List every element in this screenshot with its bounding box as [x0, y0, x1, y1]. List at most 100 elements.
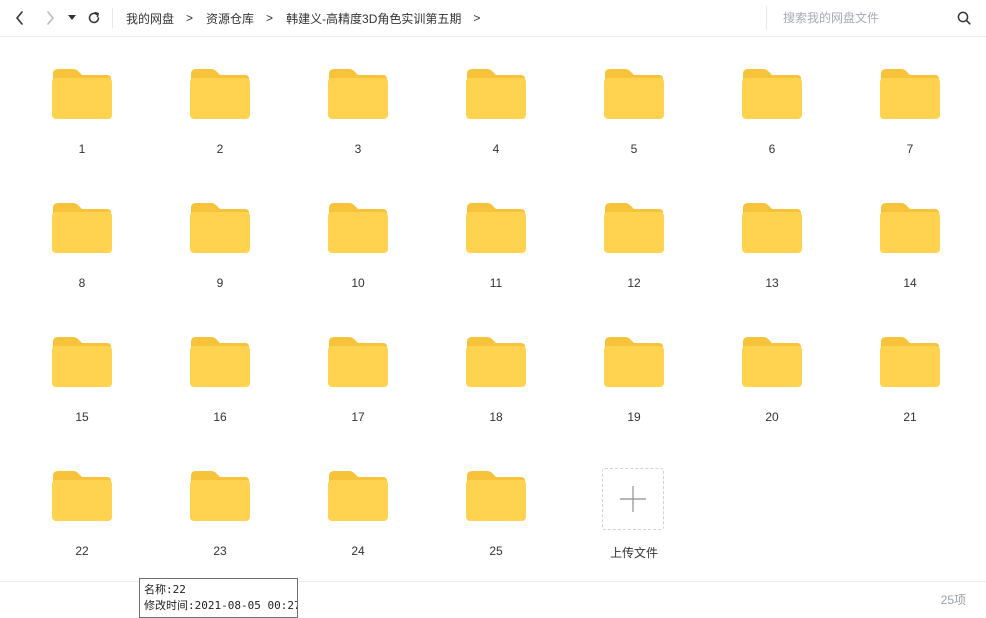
upload-button[interactable]	[602, 468, 664, 530]
folder-item[interactable]: 21	[841, 328, 979, 462]
back-button[interactable]	[8, 6, 32, 30]
folder-icon	[189, 470, 251, 522]
upload-file-tile[interactable]: 上传文件	[565, 462, 703, 596]
folder-item[interactable]: 20	[703, 328, 841, 462]
breadcrumb-separator: >	[473, 11, 481, 25]
folder-item[interactable]: 1	[13, 60, 151, 194]
folder-name: 8	[78, 276, 86, 290]
breadcrumb: 我的网盘 > 资源仓库 > 韩建义-高精度3D角色实训第五期 >	[126, 0, 493, 36]
folder-name: 7	[906, 142, 914, 156]
folder-item[interactable]: 23	[151, 462, 289, 596]
tooltip-name-row: 名称:22	[144, 582, 297, 598]
toolbar: 我的网盘 > 资源仓库 > 韩建义-高精度3D角色实训第五期 >	[0, 0, 986, 37]
folder-icon	[327, 202, 389, 254]
folder-item[interactable]: 24	[289, 462, 427, 596]
folder-name: 14	[903, 276, 917, 290]
breadcrumb-item-resource-repo[interactable]: 资源仓库	[206, 10, 254, 27]
folder-name: 19	[627, 410, 641, 424]
folder-name: 23	[213, 544, 227, 558]
breadcrumb-item-my-drive[interactable]: 我的网盘	[126, 10, 174, 27]
folder-item[interactable]: 7	[841, 60, 979, 194]
folder-item[interactable]: 14	[841, 194, 979, 328]
folder-item[interactable]: 4	[427, 60, 565, 194]
folder-icon	[741, 68, 803, 120]
folder-item[interactable]: 6	[703, 60, 841, 194]
folder-item[interactable]: 11	[427, 194, 565, 328]
folder-icon	[465, 202, 527, 254]
folder-item[interactable]: 19	[565, 328, 703, 462]
folder-icon	[51, 68, 113, 120]
folder-icon	[51, 202, 113, 254]
tooltip-time-label: 修改时间:	[144, 599, 195, 612]
upload-file-label: 上传文件	[609, 546, 658, 560]
refresh-icon	[88, 11, 100, 24]
tooltip-time-row: 修改时间:2021-08-05 00:27	[144, 598, 297, 614]
folder-item[interactable]: 18	[427, 328, 565, 462]
folder-item[interactable]: 3	[289, 60, 427, 194]
refresh-button[interactable]	[82, 6, 106, 30]
folder-item[interactable]: 9	[151, 194, 289, 328]
folder-item[interactable]: 15	[13, 328, 151, 462]
folder-name: 1	[78, 142, 86, 156]
folder-icon	[603, 336, 665, 388]
folder-item[interactable]: 13	[703, 194, 841, 328]
folder-name: 11	[489, 276, 503, 290]
breadcrumb-item-current-folder[interactable]: 韩建义-高精度3D角色实训第五期	[286, 10, 461, 27]
item-count: 25项	[940, 593, 966, 607]
folder-item[interactable]: 5	[565, 60, 703, 194]
folder-icon	[189, 336, 251, 388]
folder-icon	[741, 202, 803, 254]
search-icon	[957, 11, 971, 25]
folder-name: 13	[765, 276, 779, 290]
folder-icon	[741, 336, 803, 388]
folder-grid: 1 2 3 4 5 6 7 8 9 10 11 12 13 14 15 16 17 18 19 20 21 22 23 24 2…	[13, 60, 979, 596]
breadcrumb-separator: >	[266, 11, 274, 25]
search-box	[766, 6, 979, 30]
folder-name: 3	[354, 142, 362, 156]
folder-name: 9	[216, 276, 224, 290]
toolbar-divider	[112, 8, 113, 28]
search-button[interactable]	[955, 9, 973, 27]
folder-icon	[879, 202, 941, 254]
folder-icon	[465, 470, 527, 522]
folder-name: 25	[489, 544, 503, 558]
folder-name: 24	[351, 544, 365, 558]
folder-icon	[879, 68, 941, 120]
folder-item[interactable]: 2	[151, 60, 289, 194]
folder-name: 10	[351, 276, 365, 290]
search-input[interactable]	[783, 8, 943, 28]
forward-button[interactable]	[38, 6, 62, 30]
history-dropdown-button[interactable]	[62, 6, 82, 30]
folder-item[interactable]: 17	[289, 328, 427, 462]
folder-item[interactable]: 12	[565, 194, 703, 328]
folder-name: 15	[75, 410, 89, 424]
folder-name: 5	[630, 142, 638, 156]
folder-item[interactable]: 10	[289, 194, 427, 328]
folder-name: 20	[765, 410, 779, 424]
folder-icon	[465, 336, 527, 388]
folder-icon	[603, 202, 665, 254]
folder-name: 12	[627, 276, 641, 290]
tooltip-time-value: 2021-08-05 00:27	[194, 599, 298, 612]
caret-down-icon	[68, 15, 76, 20]
folder-icon	[189, 202, 251, 254]
folder-icon	[879, 336, 941, 388]
folder-item[interactable]: 22	[13, 462, 151, 596]
folder-name: 18	[489, 410, 503, 424]
folder-name: 17	[351, 410, 365, 424]
folder-item[interactable]: 16	[151, 328, 289, 462]
folder-icon	[327, 470, 389, 522]
folder-icon	[327, 68, 389, 120]
folder-name: 6	[768, 142, 776, 156]
folder-icon	[51, 470, 113, 522]
chevron-right-icon	[47, 11, 54, 25]
tooltip-name-label: 名称:	[144, 583, 173, 596]
chevron-left-icon	[16, 11, 23, 25]
tooltip-name-value: 22	[172, 583, 186, 596]
folder-item[interactable]: 25	[427, 462, 565, 596]
folder-icon	[51, 336, 113, 388]
file-tooltip: 名称:22 修改时间:2021-08-05 00:27	[139, 578, 298, 618]
folder-item[interactable]: 8	[13, 194, 151, 328]
folder-icon	[327, 336, 389, 388]
folder-name: 21	[903, 410, 917, 424]
